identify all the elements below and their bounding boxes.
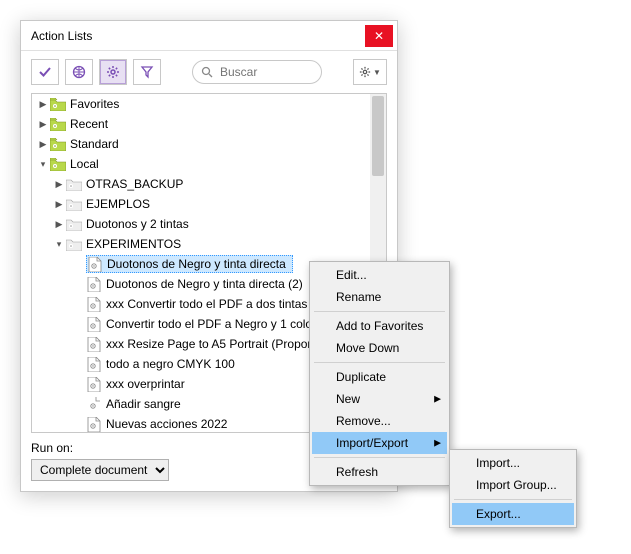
menu-item-edit[interactable]: Edit... [312,264,447,286]
menu-item-remove[interactable]: Remove... [312,410,447,432]
action-file-icon [86,377,102,391]
dialog-title: Action Lists [31,29,365,43]
tree-item-local[interactable]: ▾ Local [32,154,386,174]
action-file-icon [86,417,102,431]
gear-icon [359,66,371,78]
menu-item-new[interactable]: New▶ [312,388,447,410]
search-icon [201,66,213,78]
menu-item-move-down[interactable]: Move Down [312,337,447,359]
chevron-right-icon[interactable]: ▶ [36,97,50,111]
submenu-arrow-icon: ▶ [434,438,441,449]
gear-button[interactable] [99,59,127,85]
tree-label: Nuevas acciones 2022 [106,417,227,431]
globe-icon [72,65,86,79]
scrollbar-thumb[interactable] [372,96,384,176]
tree-item-ejemplos[interactable]: ▶ EJEMPLOS [32,194,386,214]
chevron-right-icon[interactable]: ▶ [52,177,66,191]
submenu-arrow-icon: ▶ [434,394,441,405]
run-on-select[interactable]: Complete document [31,459,169,481]
menu-separator [314,362,445,363]
chevron-right-icon[interactable]: ▶ [36,137,50,151]
tree-label: Duotonos de Negro y tinta directa (2) [106,277,303,291]
menu-item-export[interactable]: Export... [452,503,574,525]
action-file-icon [86,317,102,331]
menu-item-duplicate[interactable]: Duplicate [312,366,447,388]
action-file-icon [87,257,103,271]
action-file-icon [86,337,102,351]
folder-icon [66,237,82,251]
tree-label: EJEMPLOS [86,197,150,211]
tree-label: Convertir todo el PDF a Negro y 1 color [106,317,316,331]
folder-icon [50,97,66,111]
action-file-icon [86,277,102,291]
check-button[interactable] [31,59,59,85]
chevron-right-icon[interactable]: ▶ [36,117,50,131]
tree-label: xxx overprintar [106,377,185,391]
check-icon [38,65,52,79]
toolbar: ▼ [21,51,397,93]
menu-separator [314,311,445,312]
tree-label: Añadir sangre [106,397,181,411]
filter-button[interactable] [133,59,161,85]
menu-item-import-group[interactable]: Import Group... [452,474,574,496]
tree-label: EXPERIMENTOS [86,237,181,251]
folder-icon [66,177,82,191]
tree-label: Duotonos y 2 tintas [86,217,189,231]
close-icon: ✕ [374,29,384,43]
tree-label: Recent [70,117,108,131]
folder-icon [50,117,66,131]
filter-icon [140,65,154,79]
tree-item-favorites[interactable]: ▶ Favorites [32,94,386,114]
folder-icon [66,217,82,231]
globe-button[interactable] [65,59,93,85]
menu-item-rename[interactable]: Rename [312,286,447,308]
tree-label: Duotonos de Negro y tinta directa [107,257,286,271]
chevron-right-icon[interactable]: ▶ [52,197,66,211]
menu-item-import-export[interactable]: Import/Export▶ [312,432,447,454]
menu-separator [314,457,445,458]
tree-label: todo a negro CMYK 100 [106,357,235,371]
search-box[interactable] [192,60,322,84]
action-file-icon [86,297,102,311]
chevron-down-icon[interactable]: ▾ [52,237,66,251]
tree-item-duotonos2[interactable]: ▶ Duotonos y 2 tintas [32,214,386,234]
folder-icon [50,157,66,171]
menu-separator [454,499,572,500]
tree-item-standard[interactable]: ▶ Standard [32,134,386,154]
tree-label: Local [70,157,99,171]
menu-item-add-favorites[interactable]: Add to Favorites [312,315,447,337]
tree-item-experimentos[interactable]: ▾ EXPERIMENTOS [32,234,386,254]
folder-icon [66,197,82,211]
tree-label: OTRAS_BACKUP [86,177,183,191]
menu-item-refresh[interactable]: Refresh [312,461,447,483]
chevron-right-icon[interactable]: ▶ [52,217,66,231]
menu-item-import[interactable]: Import... [452,452,574,474]
tree-label: Favorites [70,97,119,111]
chevron-down-icon: ▼ [373,68,381,77]
tree-label: Standard [70,137,119,151]
gear-icon [106,65,120,79]
chevron-down-icon[interactable]: ▾ [36,157,50,171]
action-file-icon [86,357,102,371]
context-menu[interactable]: Edit... Rename Add to Favorites Move Dow… [309,261,450,486]
tree-item-recent[interactable]: ▶ Recent [32,114,386,134]
folder-icon [50,137,66,151]
close-button[interactable]: ✕ [365,25,393,47]
settings-dropdown-button[interactable]: ▼ [353,59,387,85]
tree-label: xxx Convertir todo el PDF a dos tintas [106,297,307,311]
action-file-icon [86,397,102,411]
search-input[interactable] [218,64,298,80]
tree-item-otras-backup[interactable]: ▶ OTRAS_BACKUP [32,174,386,194]
context-submenu[interactable]: Import... Import Group... Export... [449,449,577,528]
titlebar: Action Lists ✕ [21,21,397,51]
